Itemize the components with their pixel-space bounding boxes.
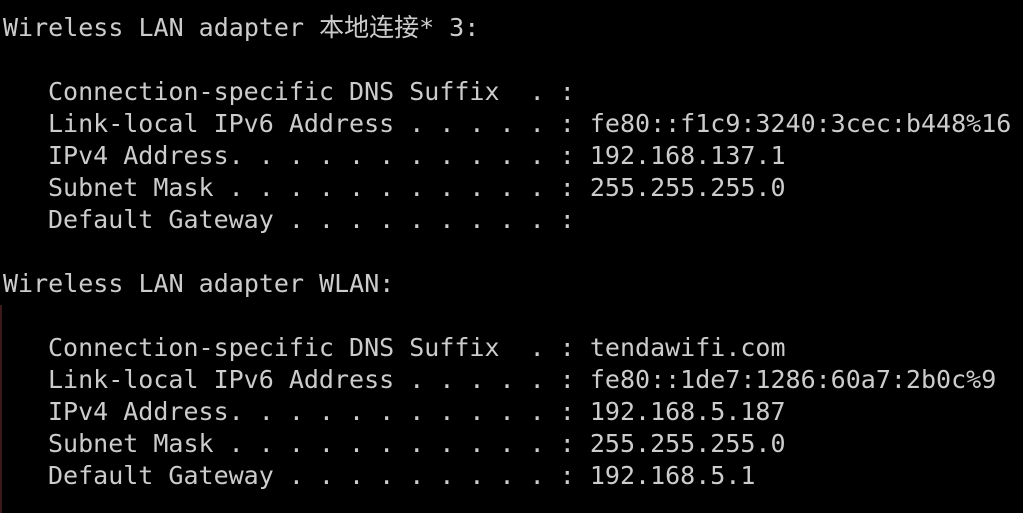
config-line: IPv4 Address. . . . . . . . . . . : 192.… (3, 396, 1023, 428)
field-value: 192.168.137.1 (589, 141, 786, 170)
adapter-header: Wireless LAN adapter WLAN: (3, 269, 395, 298)
config-line: Default Gateway . . . . . . . . . : 192.… (3, 460, 1023, 492)
config-line: IPv4 Address. . . . . . . . . . . : 192.… (3, 140, 1023, 172)
field-label: Subnet Mask . . . . . . . . . . . : (48, 429, 575, 458)
field-label: Link-local IPv6 Address . . . . . : (48, 365, 575, 394)
config-line: Link-local IPv6 Address . . . . . : fe80… (3, 364, 1023, 396)
console-output[interactable]: Wireless LAN adapter 本地连接* 3: Connection… (0, 0, 1023, 513)
config-line: Connection-specific DNS Suffix . : (3, 76, 1023, 108)
field-value: 192.168.5.1 (589, 461, 756, 490)
adapter-header: Wireless LAN adapter 本地连接* 3: (3, 13, 480, 42)
field-label: Default Gateway . . . . . . . . . : (48, 461, 575, 490)
field-label: IPv4 Address. . . . . . . . . . . : (48, 397, 575, 426)
field-value: fe80::1de7:1286:60a7:2b0c%9 (589, 365, 997, 394)
field-value: tendawifi.com (589, 333, 786, 362)
field-label: Default Gateway . . . . . . . . . : (48, 205, 575, 234)
config-line: Connection-specific DNS Suffix . : tenda… (3, 332, 1023, 364)
window-edge (0, 305, 2, 513)
config-line: Subnet Mask . . . . . . . . . . . : 255.… (3, 428, 1023, 460)
field-label: Connection-specific DNS Suffix . : (48, 77, 575, 106)
field-label: Subnet Mask . . . . . . . . . . . : (48, 173, 575, 202)
field-value: 192.168.5.187 (589, 397, 786, 426)
field-label: IPv4 Address. . . . . . . . . . . : (48, 141, 575, 170)
field-value: fe80::f1c9:3240:3cec:b448%16 (589, 109, 1012, 138)
field-value: 255.255.255.0 (589, 173, 786, 202)
field-value: 255.255.255.0 (589, 429, 786, 458)
config-line: Subnet Mask . . . . . . . . . . . : 255.… (3, 172, 1023, 204)
config-line: Link-local IPv6 Address . . . . . : fe80… (3, 108, 1023, 140)
field-label: Link-local IPv6 Address . . . . . : (48, 109, 575, 138)
config-line: Default Gateway . . . . . . . . . : (3, 204, 1023, 236)
field-label: Connection-specific DNS Suffix . : (48, 333, 575, 362)
